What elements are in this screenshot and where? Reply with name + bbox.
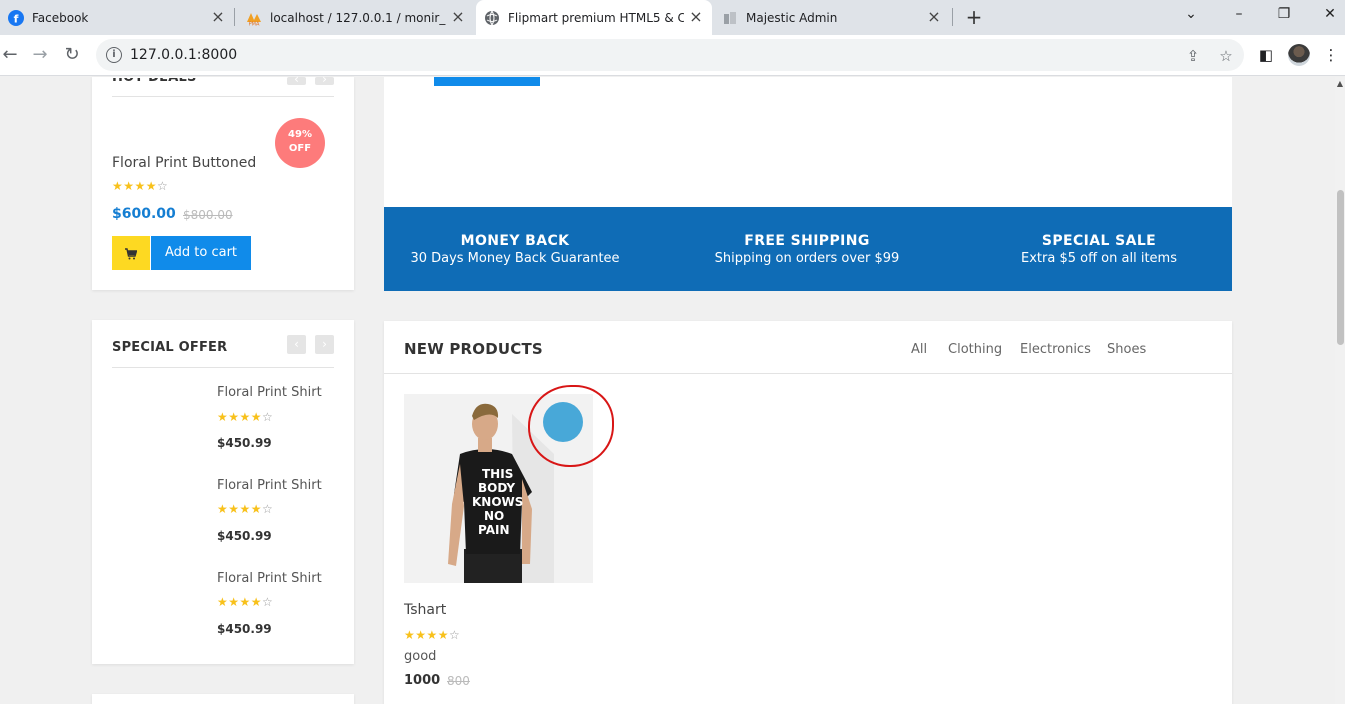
product-description: good [404, 649, 437, 664]
hot-deal-old-price: $800.00 [183, 208, 233, 222]
special-offer-item-price: $450.99 [217, 436, 272, 450]
new-tab-button[interactable]: + [962, 6, 986, 30]
special-offer-title: SPECIAL OFFER [112, 340, 228, 355]
menu-icon[interactable]: ⋮ [1321, 45, 1341, 65]
red-annotation-circle [528, 385, 614, 467]
discount-badge-off: OFF [288, 143, 312, 154]
special-offer-item-name[interactable]: Floral Print Shirt [217, 571, 322, 586]
discount-badge: 49% OFF [275, 118, 325, 168]
shirt-print-line: PAIN [478, 523, 510, 537]
slider-button[interactable] [434, 77, 540, 86]
shirt-print-line: BODY [478, 481, 515, 495]
tab-facebook[interactable]: f Facebook × [0, 0, 234, 35]
special-offer-item-name[interactable]: Floral Print Shirt [217, 478, 322, 493]
hot-deal-product-name[interactable]: Floral Print Buttoned [112, 155, 256, 171]
special-offer-next-button[interactable]: › [315, 335, 334, 354]
tab-title: Facebook [32, 10, 89, 25]
tab-separator [952, 8, 953, 26]
scroll-up-icon[interactable]: ▲ [1337, 79, 1343, 88]
banner-money-back: MONEY BACK 30 Days Money Back Guarantee [385, 233, 645, 266]
close-window-button[interactable]: ✕ [1318, 6, 1342, 28]
reload-icon[interactable]: ↻ [60, 43, 84, 67]
close-icon[interactable]: × [926, 9, 942, 25]
rating-stars: ★★★★☆ [217, 502, 274, 516]
browser-tab-bar: f Facebook × PMA localhost / 127.0.0.1 /… [0, 0, 1345, 35]
page-icon [722, 10, 738, 26]
address-bar[interactable]: i 127.0.0.1:8000 ⇪ ☆ [96, 39, 1244, 71]
restore-button[interactable]: ❐ [1272, 6, 1296, 28]
divider [384, 373, 1232, 374]
hot-deals-next-button[interactable]: › [315, 73, 334, 85]
banner-subtext: Shipping on orders over $99 [714, 251, 900, 266]
tab-separator [234, 8, 235, 26]
svg-text:PMA: PMA [249, 21, 260, 26]
banner-heading: MONEY BACK [460, 233, 570, 249]
side-panel-icon[interactable]: ◧ [1256, 45, 1276, 65]
product-old-price: 800 [447, 674, 470, 688]
url-text: 127.0.0.1:8000 [130, 47, 238, 63]
divider [112, 96, 334, 97]
tab-flipmart[interactable]: Flipmart premium HTML5 & CSS × [476, 0, 712, 35]
banner-free-shipping: FREE SHIPPING Shipping on orders over $9… [677, 233, 937, 266]
facebook-icon: f [8, 9, 24, 26]
share-icon[interactable]: ⇪ [1184, 47, 1202, 65]
product-name[interactable]: Tshart [404, 602, 446, 618]
close-icon[interactable]: × [210, 9, 226, 25]
svg-text:f: f [14, 12, 19, 25]
rating-stars: ★★★★☆ [217, 410, 274, 424]
tab-majestic-admin[interactable]: Majestic Admin × [714, 0, 950, 35]
tab-shoes[interactable]: Shoes [1107, 342, 1146, 357]
special-offer-prev-button[interactable]: ‹ [287, 335, 306, 354]
special-offer-item-name[interactable]: Floral Print Shirt [217, 385, 322, 400]
tab-all[interactable]: All [911, 342, 927, 357]
banner-subtext: Extra $5 off on all items [1021, 251, 1177, 266]
globe-icon [484, 10, 500, 26]
rating-stars: ★★★★☆ [404, 628, 461, 642]
close-icon[interactable]: × [450, 9, 466, 25]
discount-badge-percent: 49% [288, 129, 312, 140]
page-scrollbar[interactable]: ▲ [1335, 77, 1345, 704]
minimize-button[interactable]: – [1227, 6, 1251, 28]
tab-search-icon[interactable]: ⌄ [1179, 6, 1203, 28]
add-to-cart-button[interactable]: Add to cart [151, 236, 251, 270]
tab-clothing[interactable]: Clothing [948, 342, 1002, 357]
tab-title: Majestic Admin [746, 10, 838, 25]
shirt-print-line: NO [484, 509, 504, 523]
bookmark-star-icon[interactable]: ☆ [1217, 47, 1235, 65]
cart-icon[interactable] [112, 236, 150, 270]
close-icon[interactable]: × [688, 9, 704, 25]
tab-phpmyadmin[interactable]: PMA localhost / 127.0.0.1 / monir_data × [238, 0, 474, 35]
forward-icon[interactable]: → [28, 43, 52, 67]
shirt-print-line: KNOWS [472, 495, 523, 509]
rating-stars: ★★★★☆ [217, 595, 274, 609]
product-price: 1000 [404, 673, 441, 688]
phpmyadmin-icon: PMA [246, 10, 262, 26]
avatar[interactable] [1288, 44, 1310, 66]
banner-subtext: 30 Days Money Back Guarantee [410, 251, 620, 266]
new-products-title: NEW PRODUCTS [404, 340, 543, 358]
hot-deals-prev-button[interactable]: ‹ [287, 73, 306, 85]
banner-heading: FREE SHIPPING [744, 233, 870, 249]
site-info-icon[interactable]: i [106, 47, 122, 63]
special-offer-item-price: $450.99 [217, 622, 272, 636]
banner-heading: SPECIAL SALE [1041, 233, 1157, 249]
divider [112, 367, 334, 368]
tab-title: Flipmart premium HTML5 & CSS [508, 10, 684, 25]
browser-toolbar: ← → ↻ i 127.0.0.1:8000 ⇪ ☆ ◧ ⋮ [0, 35, 1345, 76]
info-banner: MONEY BACK 30 Days Money Back Guarantee … [384, 207, 1232, 291]
shirt-print-line: THIS [482, 467, 513, 481]
rating-stars: ★★★★☆ [112, 179, 169, 193]
special-offer-item-price: $450.99 [217, 529, 272, 543]
next-sidebar-card [92, 694, 354, 704]
hot-deal-price: $600.00 [112, 206, 176, 222]
back-icon[interactable]: ← [0, 43, 22, 67]
tab-title: localhost / 127.0.0.1 / monir_data [270, 10, 446, 25]
slider-card [384, 77, 1232, 207]
scrollbar-thumb[interactable] [1337, 190, 1344, 345]
banner-special-sale: SPECIAL SALE Extra $5 off on all items [969, 233, 1229, 266]
tab-electronics[interactable]: Electronics [1020, 342, 1091, 357]
